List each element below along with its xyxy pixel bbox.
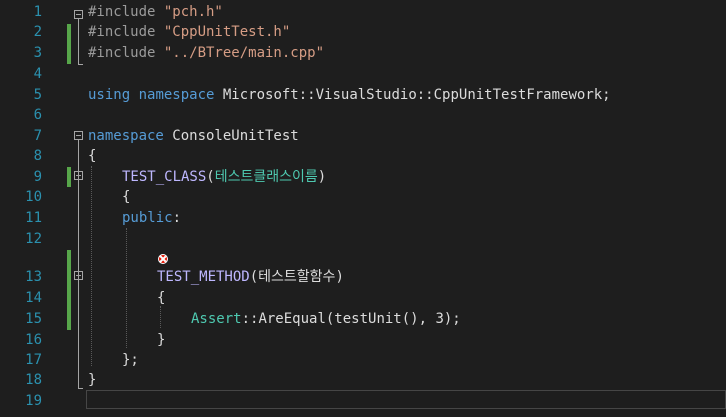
line-number: 12	[25, 231, 42, 247]
line-number: 1	[33, 4, 42, 20]
line-number: 17	[25, 352, 42, 368]
code-line[interactable]: 4	[0, 64, 726, 84]
code-line[interactable]: 19	[0, 391, 726, 411]
code-text: TEST_CLASS(테스트클래스이름)	[122, 167, 326, 187]
code-line[interactable]: 18 }	[0, 370, 726, 390]
code-text: #include "CppUnitTest.h"	[88, 22, 290, 42]
code-text: #include "../BTree/main.cpp"	[88, 43, 324, 63]
code-line[interactable]: 10 {	[0, 187, 726, 207]
preprocessor-directive: #include	[88, 45, 164, 61]
code-line[interactable]: 17 };	[0, 350, 726, 370]
code-line[interactable]: 12	[0, 229, 726, 249]
line-number: 13	[25, 269, 42, 285]
code-line[interactable]: 6	[0, 105, 726, 125]
code-text: TEST_METHOD(테스트할함수)	[157, 267, 344, 287]
macro-name: TEST_METHOD	[157, 269, 250, 285]
code-line[interactable]: 5 using namespace Microsoft::VisualStudi…	[0, 85, 726, 105]
include-path: "CppUnitTest.h"	[163, 24, 291, 40]
colon: :	[172, 210, 182, 226]
keyword: namespace	[88, 128, 164, 144]
code-text: {	[88, 148, 97, 164]
code-line[interactable]: 13 TEST_METHOD(테스트할함수)	[0, 267, 726, 287]
code-text: {	[157, 290, 166, 306]
error-icon[interactable]	[158, 254, 168, 264]
code-text: namespace ConsoleUnitTest	[88, 126, 299, 146]
namespace-name: ConsoleUnitTest	[163, 128, 299, 144]
code-line[interactable]: 11 public:	[0, 208, 726, 228]
scope-operator: ::	[241, 311, 259, 327]
keyword: public	[122, 210, 173, 226]
call-arguments: (testUnit(), 3);	[325, 311, 461, 327]
namespace-path: Microsoft::VisualStudio::CppUnitTestFram…	[214, 87, 611, 103]
line-number: 7	[33, 128, 42, 144]
code-text: }	[157, 332, 166, 348]
paren: )	[335, 269, 344, 285]
line-number: 6	[33, 107, 42, 123]
code-line[interactable]: 1 #include "pch.h"	[0, 2, 726, 22]
line-number: 8	[33, 148, 42, 164]
line-number: 11	[25, 210, 42, 226]
line-number: 3	[33, 45, 42, 61]
keyword: using	[88, 87, 131, 103]
keyword: namespace	[138, 87, 215, 103]
class-name: 테스트클래스이름	[214, 169, 318, 185]
paren: )	[317, 169, 327, 185]
code-line[interactable]: 8 {	[0, 146, 726, 166]
code-editor[interactable]: 1 #include "pch.h" 2 #include "CppUnitTe…	[0, 0, 726, 417]
line-number: 10	[25, 189, 42, 205]
paren: (	[249, 269, 259, 285]
function-name: AreEqual	[258, 311, 326, 327]
include-path: "pch.h"	[163, 4, 223, 20]
line-number: 18	[25, 372, 42, 388]
code-text: public:	[122, 208, 181, 228]
code-text: #include "pch.h"	[88, 2, 223, 22]
paren: (	[206, 169, 215, 185]
line-number: 16	[25, 332, 42, 348]
preprocessor-directive: #include	[88, 4, 164, 20]
class-name: Assert	[191, 311, 242, 327]
code-text: };	[122, 352, 139, 368]
line-number: 9	[33, 169, 42, 185]
line-number: 4	[33, 66, 42, 82]
code-line[interactable]: 16 }	[0, 330, 726, 350]
line-number: 15	[25, 311, 42, 327]
code-line[interactable]: 7 namespace ConsoleUnitTest	[0, 126, 726, 146]
line-number: 5	[33, 87, 42, 103]
code-line[interactable]: 15 Assert::AreEqual(testUnit(), 3);	[0, 309, 726, 329]
macro-name: TEST_CLASS	[122, 169, 207, 185]
method-name: 테스트할함수	[258, 269, 336, 285]
line-number: 2	[33, 24, 42, 40]
code-text: Assert::AreEqual(testUnit(), 3);	[191, 309, 461, 329]
include-path: "../BTree/main.cpp"	[163, 45, 325, 61]
code-text: }	[88, 372, 97, 388]
code-line[interactable]: 3 #include "../BTree/main.cpp"	[0, 43, 726, 63]
code-line[interactable]: 2 #include "CppUnitTest.h"	[0, 22, 726, 42]
line-number: 19	[25, 393, 42, 409]
preprocessor-directive: #include	[88, 24, 164, 40]
code-line[interactable]: 14 {	[0, 288, 726, 308]
code-line[interactable]: 9 TEST_CLASS(테스트클래스이름)	[0, 167, 726, 187]
line-number: 14	[25, 290, 42, 306]
code-text: {	[122, 189, 131, 205]
code-text: using namespace Microsoft::VisualStudio:…	[88, 85, 611, 105]
